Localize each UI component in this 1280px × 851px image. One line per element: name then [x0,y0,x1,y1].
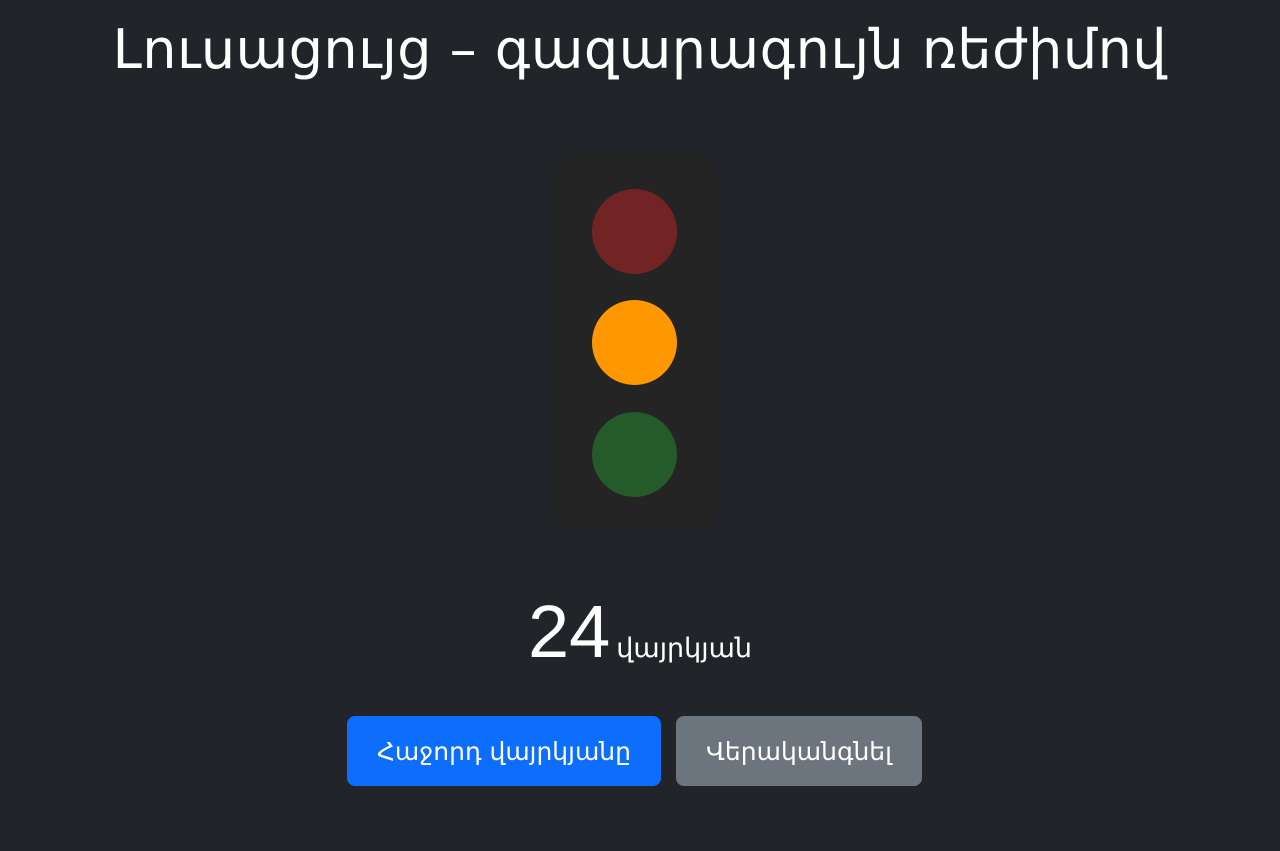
yellow-light [592,300,677,385]
green-light [592,412,677,497]
red-light [592,189,677,274]
countdown-value: 24 [527,590,611,673]
reset-button[interactable]: Վերականգնել [676,716,922,786]
countdown-display: 24 վայրկյան [0,590,1280,674]
page-title: Լուսացույց – գազարագույն ռեժիմով [112,18,1168,81]
traffic-light-housing [551,156,718,529]
page: Լուսացույց – գազարագույն ռեժիմով 24 վայրկ… [0,0,1280,851]
next-second-button[interactable]: Հաջորդ վայրկյանը [347,716,661,786]
countdown-unit: վայրկյան [616,633,753,664]
